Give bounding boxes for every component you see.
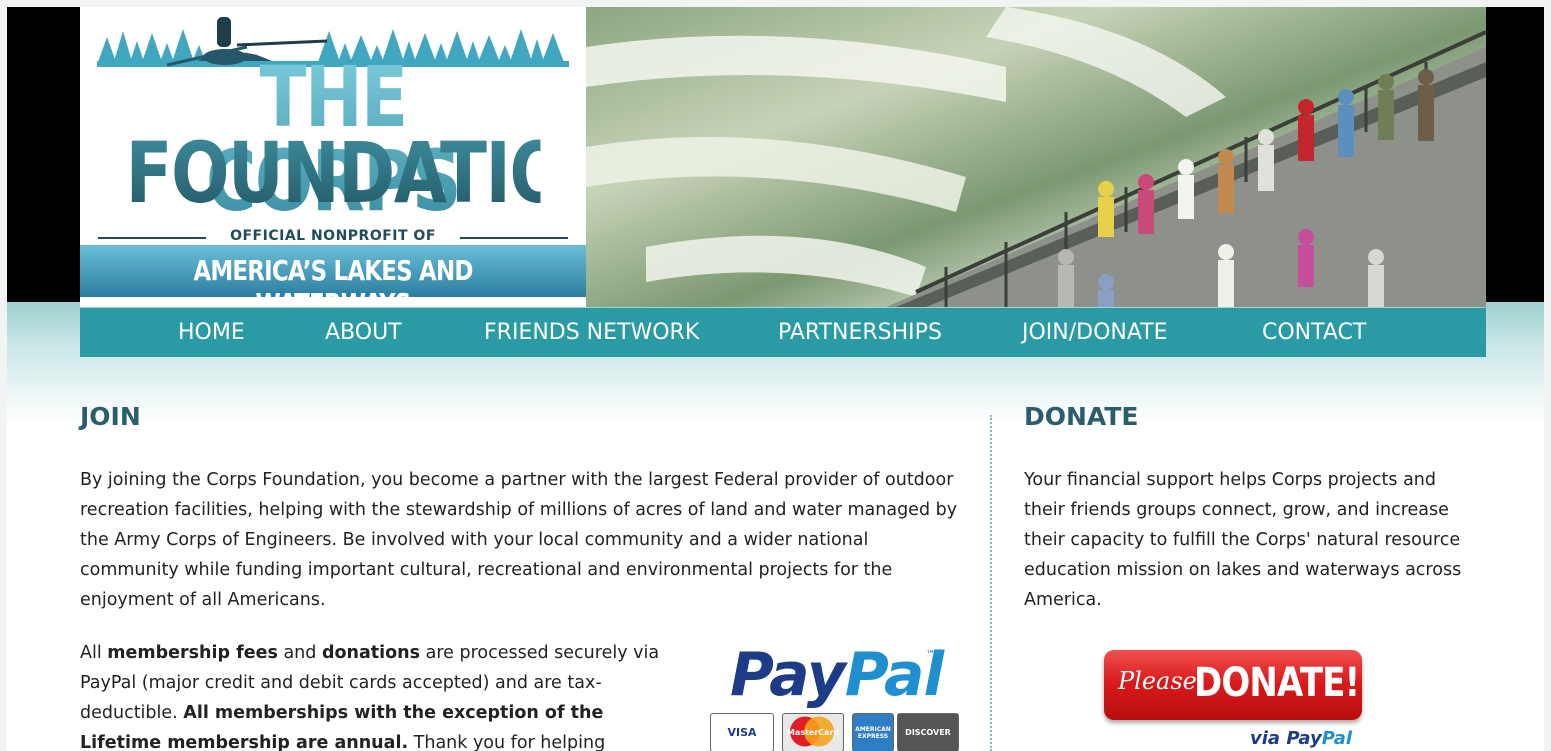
site-logo[interactable]: THE CORPS FOUNDATION OFFICIAL NONPROFIT … — [80, 7, 586, 307]
trademark-mark: ™ — [926, 650, 935, 660]
amex-card-icon: AMERICAN EXPRESS — [852, 713, 894, 751]
paypal-pay-text: Pay — [730, 640, 846, 710]
nav-partnerships[interactable]: PARTNERSHIPS — [778, 321, 942, 345]
donate-button[interactable]: Please DONATE! — [1104, 650, 1362, 720]
text-span: and — [277, 643, 322, 663]
amex-label: AMERICAN EXPRESS — [855, 725, 891, 740]
via-pal-text: Pal — [1321, 728, 1353, 749]
membership-fees-text: membership fees — [107, 643, 278, 663]
discover-label: DISCOVER — [905, 728, 951, 737]
join-payment-paragraph: All membership fees and donations are pr… — [80, 638, 680, 751]
visa-card-icon: VISA — [710, 713, 774, 751]
join-paragraph: By joining the Corps Foundation, you bec… — [80, 470, 958, 610]
column-divider — [990, 415, 992, 751]
donate-heading: DONATE — [1024, 402, 1139, 431]
join-heading: JOIN — [80, 402, 141, 431]
donations-text: donations — [321, 643, 421, 663]
header-photo — [586, 7, 1486, 307]
main-nav: HOME ABOUT FRIENDS NETWORK PARTNERSHIPS … — [80, 308, 1486, 357]
logo-tagline: OFFICIAL NONPROFIT OF — [230, 228, 436, 244]
dam-spillway-photo — [586, 7, 1486, 307]
mastercard-label: MasterCard — [786, 728, 840, 737]
donate-please-label: Please — [1118, 667, 1197, 695]
nav-about[interactable]: ABOUT — [325, 321, 402, 345]
logo-line-2: FOUNDATION — [125, 124, 586, 222]
donate-main-label: DONATE! — [1194, 660, 1360, 706]
page-frame: THE CORPS FOUNDATION OFFICIAL NONPROFIT … — [7, 7, 1544, 751]
nav-home[interactable]: HOME — [178, 321, 245, 345]
paypal-wordmark: PayPal — [730, 640, 944, 710]
via-text: via — [1250, 728, 1281, 749]
text-span: All — [80, 643, 108, 663]
donate-paragraph: Your financial support helps Corps proje… — [1024, 470, 1462, 610]
text-span: Thank you for helping — [408, 733, 606, 751]
nav-friends-network[interactable]: FRIENDS NETWORK — [484, 321, 699, 345]
mastercard-icon: MasterCard — [782, 713, 844, 751]
visa-label: VISA — [727, 726, 757, 739]
discover-card-icon: DISCOVER — [897, 713, 959, 751]
nav-contact[interactable]: CONTACT — [1262, 321, 1366, 345]
via-pay-text: Pay — [1286, 728, 1322, 749]
nav-join-donate[interactable]: JOIN/DONATE — [1022, 321, 1168, 345]
via-paypal-label: via PayPal — [1250, 728, 1352, 749]
logo-band-text: AMERICA’S LAKES AND WATERWAYS — [193, 254, 473, 307]
paypal-logo[interactable]: PayPal ™ VISA MasterCard AMERICAN EXPRES… — [710, 640, 960, 751]
